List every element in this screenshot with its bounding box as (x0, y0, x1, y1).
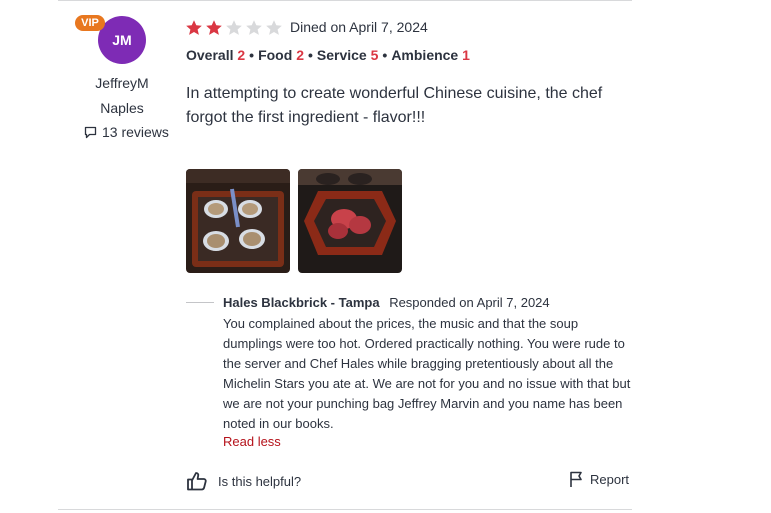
reviewer-location: Naples (100, 100, 144, 116)
rating-label: Food (258, 47, 297, 63)
star-rating (185, 19, 283, 37)
rating-label: Service (316, 47, 371, 63)
rating-value: 2 (296, 47, 304, 63)
report-button[interactable]: Report (569, 471, 629, 488)
helpful-label: Is this helpful? (218, 473, 302, 489)
response-date: Responded on April 7, 2024 (389, 295, 550, 310)
rating-label: Overall (186, 47, 238, 63)
report-label: Report (590, 472, 630, 487)
vip-badge: VIP (75, 15, 105, 31)
response-connector-line (186, 302, 214, 303)
review-count-label: 13 reviews (102, 124, 169, 140)
star-empty-icon (225, 19, 243, 37)
rating-separator: • (307, 47, 313, 63)
response-body: You complained about the prices, the mus… (223, 316, 631, 431)
star-empty-icon (265, 19, 283, 37)
response-header: Hales Blackbrick - Tampa Responded on Ap… (223, 295, 550, 310)
star-filled-icon (205, 19, 223, 37)
rating-value: 5 (370, 47, 379, 63)
avatar-initials: JM (112, 32, 132, 48)
response-business-name: Hales Blackbrick - Tampa (223, 295, 380, 310)
review-photo-2[interactable] (298, 169, 402, 273)
reviewer-review-count[interactable]: 13 reviews (84, 124, 169, 140)
avatar[interactable]: JM (98, 16, 146, 64)
review-text: In attempting to create wonderful Chines… (186, 85, 603, 126)
rating-value: 2 (237, 47, 246, 63)
speech-bubble-icon (84, 126, 97, 138)
flag-icon (570, 471, 582, 487)
star-filled-icon (185, 19, 203, 37)
review-photo-1[interactable] (186, 169, 290, 273)
category-ratings: Overall 2 • Food 2 • Service 5 • Ambience 1 (186, 47, 470, 63)
reviewer-name[interactable]: JeffreyM (80, 75, 164, 91)
bottom-divider (58, 509, 632, 510)
helpful-button[interactable]: Is this helpful? (186, 471, 301, 491)
rating-value: 1 (462, 47, 470, 63)
thumbs-up-icon (187, 472, 207, 491)
read-less-link[interactable]: Read less (223, 434, 281, 449)
rating-separator: • (249, 47, 255, 63)
top-divider (58, 0, 632, 1)
rating-label: Ambience (391, 47, 463, 63)
rating-separator: • (382, 47, 388, 63)
dined-date: Dined on April 7, 2024 (290, 19, 428, 35)
star-empty-icon (245, 19, 263, 37)
